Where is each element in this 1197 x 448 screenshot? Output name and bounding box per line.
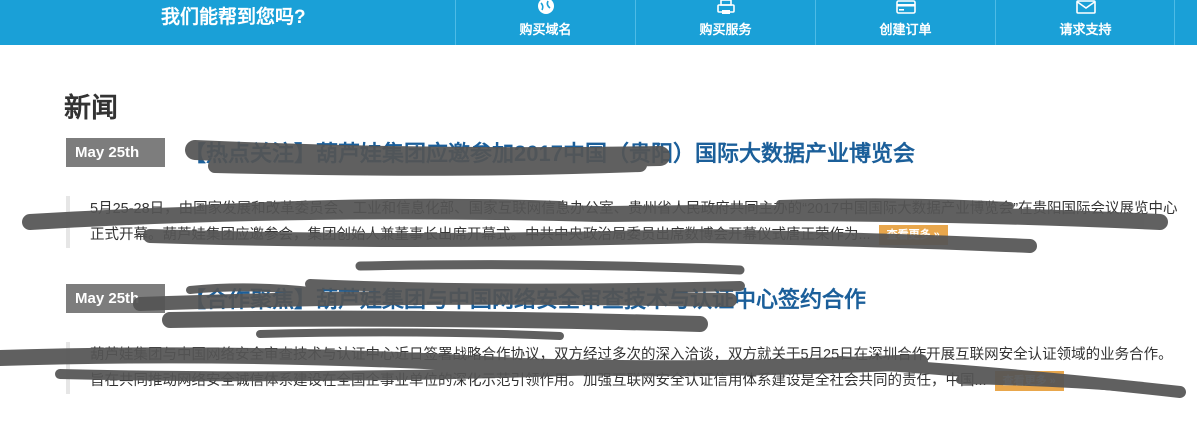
excerpt-text: 5月25-28日，由国家发展和改革委员会、工业和信息化部、国家互联网信息办公室、… xyxy=(90,201,1178,243)
news-headline-link[interactable]: 【热点关注】葫芦娃集团应邀参加2017中国（贵阳）国际大数据产业博览会 xyxy=(184,136,915,168)
nav-label: 购买域名 xyxy=(519,22,572,37)
nav-label: 创建订单 xyxy=(879,22,932,37)
credit-card-icon xyxy=(816,0,995,20)
news-date: May 25th xyxy=(66,284,165,313)
nav-divider xyxy=(1174,0,1175,45)
nav-request-support[interactable]: 请求支持 xyxy=(995,0,1175,45)
news-date: May 25th xyxy=(66,138,165,167)
nav-label: 购买服务 xyxy=(699,22,752,37)
nav-buy-service[interactable]: 购买服务 xyxy=(635,0,815,45)
top-help-bar: 我们能帮到您吗? 购买域名 购买服务 创建订单 请求支持 xyxy=(0,0,1197,45)
read-more-button[interactable]: 查看更多 » xyxy=(878,225,948,246)
help-prompt: 我们能帮到您吗? xyxy=(161,7,306,28)
news-excerpt: 5月25-28日，由国家发展和改革委员会、工业和信息化部、国家互联网信息办公室、… xyxy=(66,196,1178,248)
nav-create-order[interactable]: 创建订单 xyxy=(815,0,995,45)
globe-icon xyxy=(456,0,635,20)
printer-icon xyxy=(636,0,815,20)
read-more-button[interactable]: 查看更多 » xyxy=(994,371,1064,392)
page-title: 新闻 xyxy=(64,93,118,123)
news-excerpt: 葫芦娃集团与中国网络安全审查技术与认证中心近日签署战略合作协议，双方经过多次的深… xyxy=(66,342,1176,394)
nav-buy-domain[interactable]: 购买域名 xyxy=(455,0,635,45)
envelope-icon xyxy=(996,0,1175,20)
nav-label: 请求支持 xyxy=(1059,22,1112,37)
news-headline-link[interactable]: 【合作聚焦】葫芦娃集团与中国网络安全审查技术与认证中心签约合作 xyxy=(184,282,866,314)
